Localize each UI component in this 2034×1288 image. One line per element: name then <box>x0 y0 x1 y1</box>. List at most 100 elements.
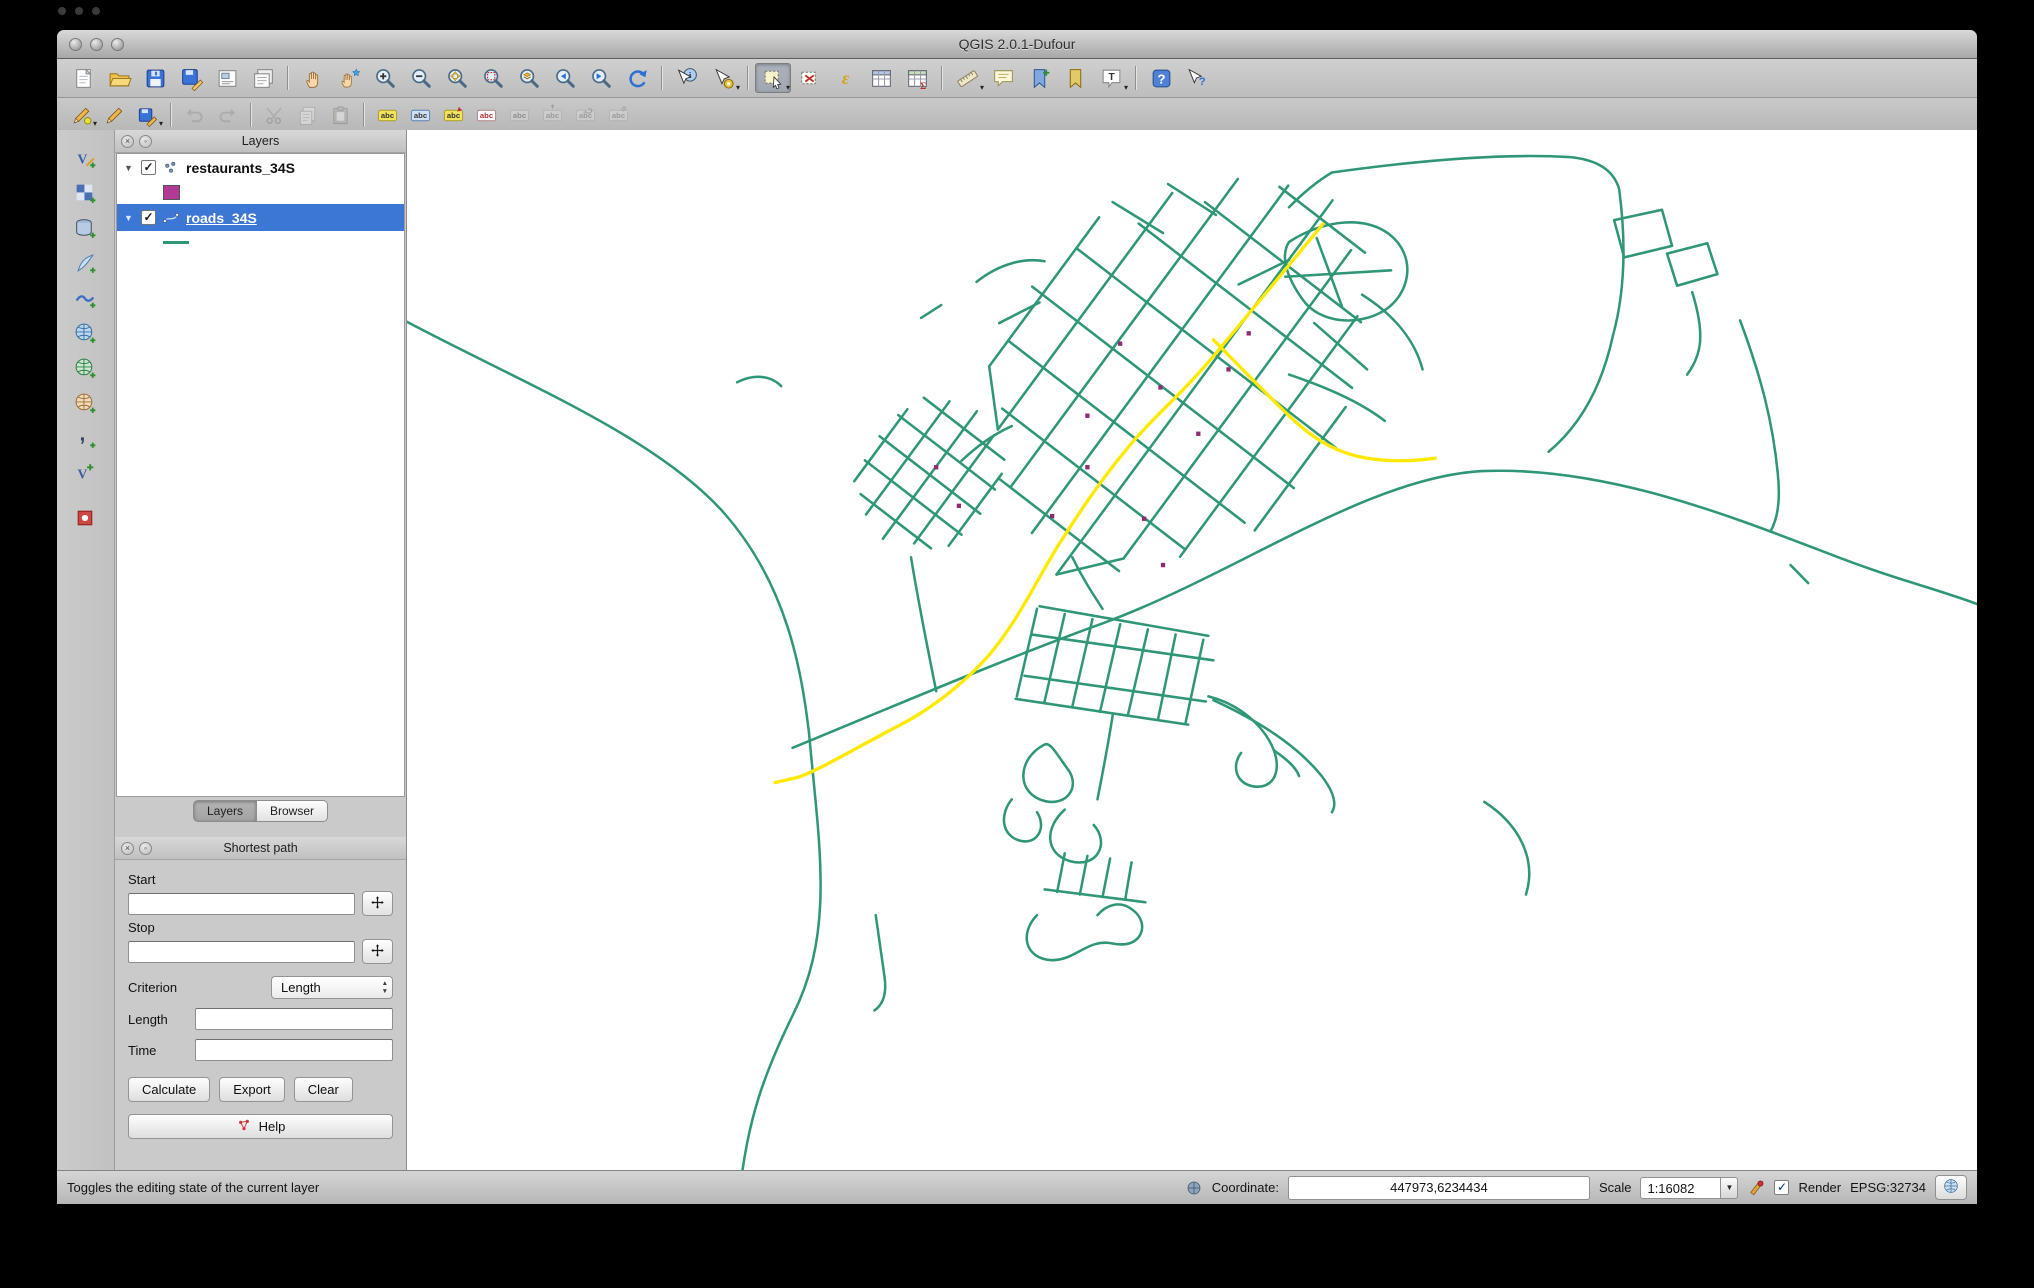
label-configuration-button[interactable]: abc <box>404 102 437 129</box>
roads-swatch[interactable] <box>163 241 189 244</box>
layer-labeling-options-button[interactable]: abc <box>371 102 404 129</box>
open-project-button[interactable] <box>101 63 137 93</box>
identify-features-button[interactable]: i <box>669 63 705 93</box>
map-canvas[interactable] <box>407 130 1977 1170</box>
stop-rendering-icon[interactable] <box>1747 1179 1765 1197</box>
new-bookmark-button[interactable] <box>1021 63 1057 93</box>
tab-layers[interactable]: Layers <box>192 800 257 822</box>
composer-manager-button[interactable] <box>245 63 281 93</box>
zoom-full-button[interactable] <box>439 63 475 93</box>
save-layer-edits-button[interactable]: ▾ <box>131 102 164 129</box>
svg-text:ε: ε <box>841 68 849 88</box>
pick-start-point-button[interactable] <box>362 891 393 916</box>
calculate-button[interactable]: Calculate <box>128 1077 211 1102</box>
zoom-last-button[interactable] <box>547 63 583 93</box>
new-print-composer-button[interactable] <box>209 63 245 93</box>
expand-arrow-icon[interactable]: ▼ <box>124 163 135 173</box>
add-spatialite-layer-icon <box>73 251 98 276</box>
text-annotation-button[interactable]: T ▾ <box>1093 63 1129 93</box>
zoom-window-icon[interactable] <box>111 37 124 51</box>
run-feature-action-button[interactable]: ▾ <box>705 63 741 93</box>
zoom-next-button[interactable] <box>583 63 619 93</box>
open-attribute-table-button[interactable] <box>863 63 899 93</box>
float-panel-icon[interactable]: ◦ <box>139 841 152 855</box>
pan-map-button[interactable] <box>295 63 331 93</box>
title-bar[interactable]: QGIS 2.0.1-Dufour <box>57 30 1977 59</box>
layer-tree[interactable]: ▼ ✓ restaurants_34S ▼ ✓ roads_34S <box>116 153 405 797</box>
layer-visibility-checkbox[interactable]: ✓ <box>141 160 156 175</box>
help-button[interactable]: Help <box>128 1114 393 1139</box>
layer-item-restaurants[interactable]: ▼ ✓ restaurants_34S <box>117 154 404 181</box>
start-input[interactable] <box>128 892 355 915</box>
tab-browser[interactable]: Browser <box>257 800 329 822</box>
deselect-all-button[interactable] <box>791 63 827 93</box>
save-project-button[interactable] <box>137 63 173 93</box>
toggle-editing-button[interactable] <box>98 102 131 129</box>
zoom-to-selection-button[interactable] <box>475 63 511 93</box>
add-oracle-layer-button[interactable] <box>68 502 104 534</box>
zoom-out-button[interactable] <box>403 63 439 93</box>
field-calculator-button[interactable]: Σ <box>899 63 935 93</box>
pin-labels-button[interactable]: abc <box>437 102 470 129</box>
scale-dropdown-icon[interactable]: ▼ <box>1720 1176 1739 1199</box>
select-by-expression-button[interactable]: ε <box>827 63 863 93</box>
measure-line-button[interactable]: ▾ <box>949 63 985 93</box>
zoom-to-layer-button[interactable] <box>511 63 547 93</box>
dropdown-arrow-icon[interactable]: ▾ <box>1124 84 1128 92</box>
render-checkbox[interactable]: ✓ <box>1774 1180 1790 1195</box>
map-tips-button[interactable] <box>985 63 1021 93</box>
new-shapefile-layer-button[interactable]: V <box>68 457 104 489</box>
refresh-map-icon <box>625 66 650 91</box>
add-wfs-layer-button[interactable] <box>68 387 104 419</box>
add-vector-layer-button[interactable]: V <box>68 142 104 174</box>
zoom-in-button[interactable] <box>367 63 403 93</box>
stop-input[interactable] <box>128 940 355 963</box>
add-raster-layer-button[interactable] <box>68 177 104 209</box>
close-window-icon[interactable] <box>69 37 82 51</box>
highlight-labels-button[interactable]: abc <box>470 102 503 129</box>
show-hide-labels-icon: abc <box>508 104 531 127</box>
add-mssql-layer-button[interactable] <box>68 282 104 314</box>
window-controls[interactable] <box>69 37 124 51</box>
help-contents-button[interactable]: ? <box>1143 63 1179 93</box>
dropdown-arrow-icon[interactable]: ▾ <box>980 84 984 92</box>
refresh-map-button[interactable] <box>619 63 655 93</box>
toolbar-separator <box>747 66 749 90</box>
map-view[interactable] <box>407 130 1977 1170</box>
select-features-button[interactable]: ▾ <box>755 63 791 93</box>
crs-status-button[interactable] <box>1935 1175 1967 1200</box>
add-wms-layer-button[interactable] <box>68 317 104 349</box>
expand-arrow-icon[interactable]: ▼ <box>124 213 135 223</box>
restaurants-swatch[interactable] <box>163 185 180 200</box>
scale-combo[interactable]: 1:16082 ▼ <box>1640 1176 1739 1199</box>
add-delimited-text-layer-button[interactable]: , <box>68 422 104 454</box>
add-wcs-layer-button[interactable] <box>68 352 104 384</box>
add-spatialite-layer-button[interactable] <box>68 247 104 279</box>
show-bookmarks-button[interactable] <box>1057 63 1093 93</box>
pick-stop-point-button[interactable] <box>362 939 393 964</box>
whats-this-button[interactable]: ? <box>1179 63 1215 93</box>
close-panel-icon[interactable]: × <box>121 841 134 855</box>
dropdown-arrow-icon[interactable]: ▾ <box>786 84 790 92</box>
add-postgis-layer-button[interactable] <box>68 212 104 244</box>
time-output[interactable] <box>195 1039 393 1061</box>
pointer-position-icon[interactable] <box>1185 1179 1203 1197</box>
clear-button[interactable]: Clear <box>293 1077 353 1102</box>
save-project-as-button[interactable] <box>173 63 209 93</box>
export-button[interactable]: Export <box>219 1077 285 1102</box>
layer-item-roads[interactable]: ▼ ✓ roads_34S <box>117 204 404 231</box>
dropdown-arrow-icon[interactable]: ▾ <box>159 119 163 128</box>
dropdown-arrow-icon[interactable]: ▾ <box>736 84 740 92</box>
criterion-select[interactable]: Length ▲ ▼ <box>271 976 393 999</box>
minimize-window-icon[interactable] <box>90 37 103 51</box>
new-project-button[interactable] <box>65 63 101 93</box>
pan-to-selection-button[interactable] <box>331 63 367 93</box>
length-output[interactable] <box>195 1008 393 1030</box>
float-panel-icon[interactable]: ◦ <box>139 134 152 148</box>
close-panel-icon[interactable]: × <box>121 134 134 148</box>
current-edits-button[interactable]: ▾ <box>65 102 98 129</box>
layer-visibility-checkbox[interactable]: ✓ <box>141 210 156 225</box>
measure-line-icon <box>955 66 980 91</box>
dropdown-arrow-icon[interactable]: ▾ <box>93 119 97 128</box>
coordinate-field[interactable]: 447973,6234434 <box>1287 1175 1590 1200</box>
